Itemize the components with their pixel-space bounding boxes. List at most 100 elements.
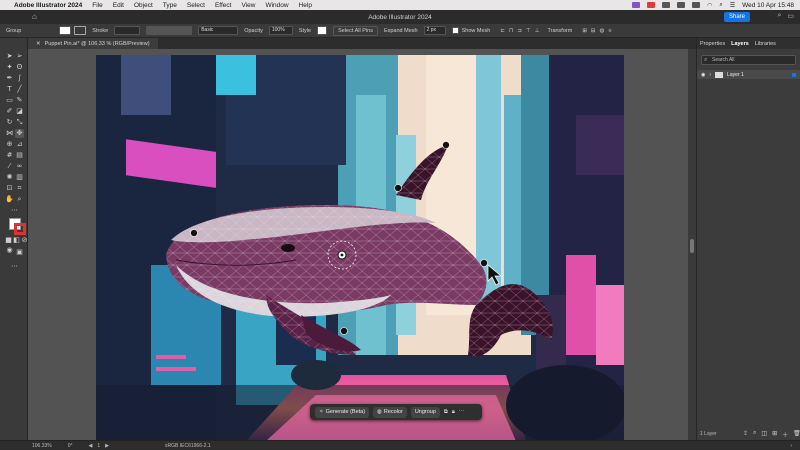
curvature-tool-icon[interactable]: ∫ [15,74,24,83]
stroke-color-swatch[interactable] [14,223,26,235]
puppet-pin[interactable] [340,327,348,335]
puppet-pin[interactable] [394,184,402,192]
puppet-pin[interactable] [442,141,450,149]
layer-name[interactable]: Layer 1 [727,72,744,78]
pen-tool-icon[interactable]: ✒ [5,74,14,83]
opacity-field[interactable]: 100% [268,26,293,35]
edit-toolbar-icon[interactable]: ⋯ [10,206,19,215]
tab-layers[interactable]: Layers [731,41,749,47]
isolate-icon[interactable]: ⊞ [582,28,587,34]
status-app-icon-2[interactable] [662,2,671,8]
status-app-icon-3[interactable] [677,2,686,8]
eraser-tool-icon[interactable]: ◪ [15,107,24,116]
menu-edit[interactable]: Edit [113,2,124,9]
direct-selection-tool-icon[interactable]: ➢ [15,52,24,61]
symbol-sprayer-tool-icon[interactable]: ✺ [5,173,14,182]
menu-object[interactable]: Object [134,2,153,9]
rotate-view-angle[interactable]: 0° [68,443,73,449]
eyedropper-tool-icon[interactable]: ⁄ [5,162,14,171]
puppet-warp-tool-icon[interactable]: ✥ [15,129,24,138]
canvas-area[interactable]: ✧ Generate (Beta) ◍ Recolor Ungroup ⧉ 🔒︎… [28,49,688,441]
expand-arrow-icon[interactable]: › [709,72,711,78]
rectangle-tool-icon[interactable]: ▭ [5,96,14,105]
menu-select[interactable]: Select [187,2,205,9]
clipping-mask-icon[interactable]: ◫ [761,430,767,439]
shaper-tool-icon[interactable]: ✐ [5,107,14,116]
close-tab-icon[interactable]: ✕ [36,41,41,47]
menu-clock[interactable]: Wed 10 Apr 15:48 [742,2,794,9]
rotate-tool-icon[interactable]: ↻ [5,118,14,127]
select-all-pins-button[interactable]: Select All Pins [333,25,378,36]
new-sublayer-icon[interactable]: ⊞ [772,430,777,439]
show-mesh-label[interactable]: Show Mesh [462,28,491,34]
status-arrow-icon[interactable]: › [790,443,792,449]
width-tool-icon[interactable]: ⋈ [5,129,14,138]
transform-link[interactable]: Transform [547,28,572,34]
ungroup-button[interactable]: Ungroup [410,406,440,418]
line-tool-icon[interactable]: ╱ [15,85,24,94]
variable-width-profile[interactable] [146,26,193,35]
selection-tool-icon[interactable]: ➤ [5,52,14,61]
duplicate-icon[interactable]: ⧉ [444,409,448,416]
mesh-tool-icon[interactable]: # [5,151,14,160]
adobe-cc-icon[interactable] [647,2,656,8]
align-left-icon[interactable]: ⊏ [500,28,505,34]
spotlight-icon[interactable]: ⌕ [719,2,722,9]
tab-properties[interactable]: Properties [700,41,725,47]
control-center-icon[interactable]: ☰ [730,2,735,9]
recolor-icon[interactable]: ◍ [600,28,605,34]
draw-mode-icon[interactable]: ◉ [5,246,14,255]
more-tools-icon[interactable]: ⋯ [10,262,19,271]
menu-view[interactable]: View [241,2,255,9]
type-tool-icon[interactable]: T [5,85,14,94]
generate-beta-button[interactable]: ✧ Generate (Beta) [315,406,370,418]
scale-tool-icon[interactable]: ⤡ [15,118,24,127]
status-app-icon[interactable] [632,2,641,8]
expand-mesh-field[interactable]: 2 px [423,26,446,35]
delete-layer-icon[interactable]: 🗑︎ [793,430,800,439]
align-center-icon[interactable]: ⊓ [509,28,513,34]
puppet-pin[interactable] [190,229,198,237]
align-middle-icon[interactable]: ⊥ [535,28,540,34]
align-top-icon[interactable]: ⊤ [526,28,531,34]
status-app-icon-4[interactable] [692,2,701,8]
cyberpunk-whale-artwork[interactable] [96,55,624,441]
document-tab[interactable]: ✕ Puppet Pin.ai* @ 106.33 % (RGB/Preview… [28,38,158,49]
puppet-pin[interactable] [480,259,488,267]
artboard[interactable] [96,55,624,441]
fill-swatch[interactable] [59,26,72,35]
zoom-tool-icon[interactable]: ⌕ [15,195,24,204]
arrange-icon[interactable]: ⊟ [591,28,596,34]
layer-row[interactable]: ◉ › Layer 1 [697,70,800,79]
new-layer-icon[interactable]: ＋ [782,430,788,439]
more-options-icon[interactable]: ⋯ [459,409,465,415]
workspace-icon[interactable]: ▭ [787,12,794,20]
menu-help[interactable]: Help [299,2,312,9]
menu-file[interactable]: File [92,2,102,9]
lasso-tool-icon[interactable]: ʘ [15,63,24,72]
layers-search-input[interactable]: ⌕ Search All ▼ [701,55,800,65]
collect-export-icon[interactable]: ⇪ [743,430,748,439]
graphic-style-swatch[interactable] [317,26,328,35]
show-mesh-checkbox[interactable] [451,27,459,34]
artboard-prev-icon[interactable]: ◀ [89,443,93,449]
search-icon[interactable]: ⌕ [777,12,781,20]
graph-tool-icon[interactable]: ▥ [15,173,24,182]
blend-tool-icon[interactable]: ∞ [15,162,24,171]
share-button[interactable]: Share [723,12,750,22]
stroke-weight-field[interactable] [114,26,141,35]
menu-app-name[interactable]: Adobe Illustrator 2024 [14,2,82,9]
artboard-tool-icon[interactable]: ⊡ [5,184,14,193]
more-options-icon[interactable]: ≡ [608,28,611,34]
scrollbar-thumb[interactable] [690,239,694,253]
menu-window[interactable]: Window [265,2,288,9]
brush-definition-select[interactable]: Basic [198,26,239,35]
gradient-tool-icon[interactable]: ▤ [15,151,24,160]
zoom-level[interactable]: 106.33% [32,443,52,449]
screen-mode-icon[interactable]: ▣ [15,248,24,257]
wifi-icon[interactable]: ◠ [707,2,712,9]
visibility-eye-icon[interactable]: ◉ [701,72,705,78]
tab-libraries[interactable]: Libraries [755,41,776,47]
menu-effect[interactable]: Effect [215,2,232,9]
magic-wand-tool-icon[interactable]: ✦ [5,63,14,72]
